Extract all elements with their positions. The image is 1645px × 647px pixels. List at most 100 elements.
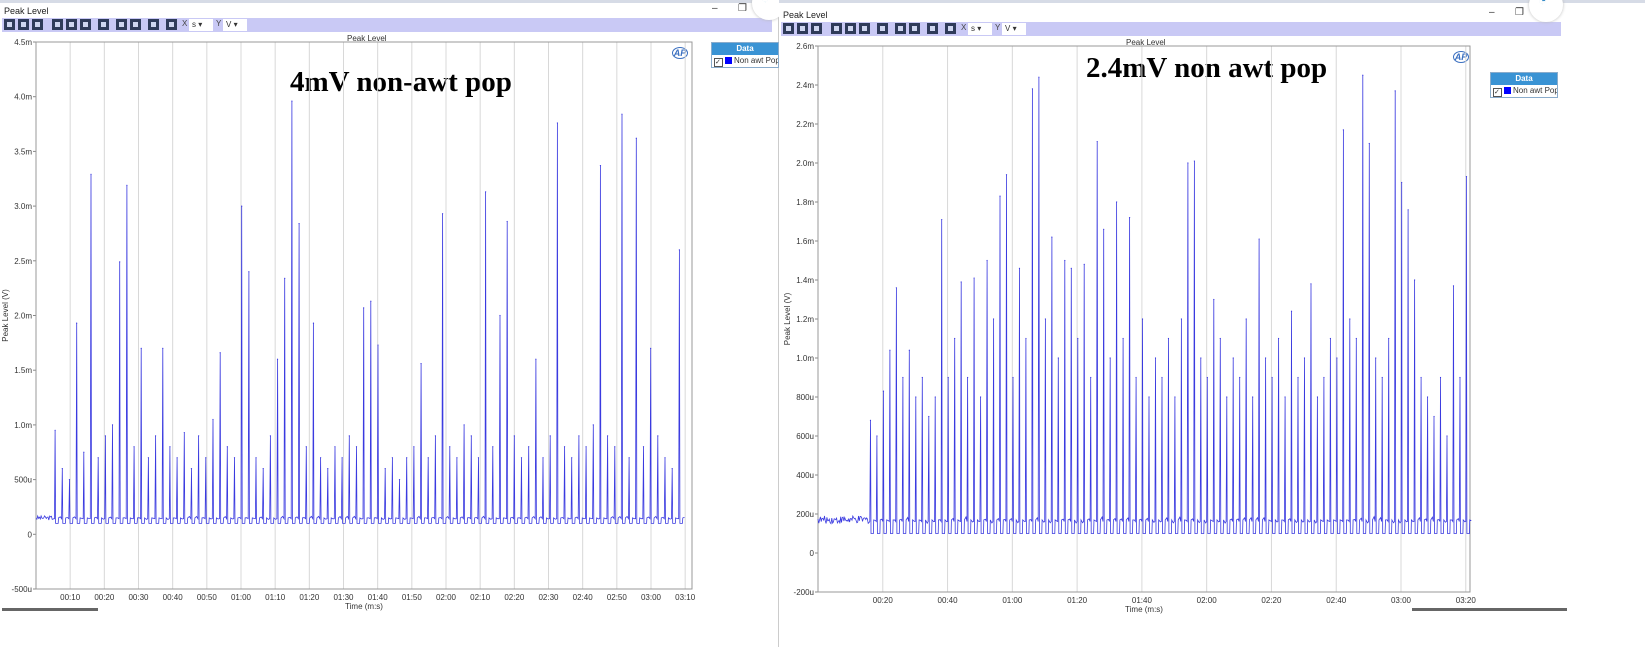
peak-point (1303, 357, 1306, 359)
peak-point (1018, 267, 1021, 269)
x-tick-label: 01:20 (1067, 596, 1088, 605)
peak-point (1096, 140, 1098, 143)
peak-point (1362, 74, 1364, 76)
peak-point (1141, 318, 1144, 320)
y-tick-label: -200u (794, 588, 814, 597)
peak-point (1407, 209, 1409, 211)
peak-point (1025, 337, 1027, 340)
x-tick-label: 03:20 (1456, 596, 1477, 605)
right-peak-level-chart: 00:20 00:40 01:00 01:20 01:40 02:00 02:20 02:40… (783, 42, 1477, 614)
peak-point (882, 390, 885, 392)
peak-point (1368, 142, 1370, 145)
y-tick-label: 2.4m (796, 81, 814, 90)
peak-point (1174, 396, 1176, 398)
peak-point (1064, 259, 1066, 262)
peak-point (1187, 162, 1189, 164)
peak-point (1213, 298, 1215, 301)
peak-point (1381, 376, 1383, 379)
peak-point (986, 259, 988, 262)
peak-point (979, 396, 982, 398)
y-tick-label: 200u (796, 510, 814, 519)
peak-point (1109, 357, 1111, 359)
peak-point (1103, 228, 1105, 230)
y-tick-label: 1.6m (796, 237, 814, 246)
y-tick-label: 2.6m (796, 42, 814, 51)
peak-point (1420, 376, 1422, 379)
peak-point (1349, 318, 1351, 320)
peak-point (1394, 90, 1396, 92)
peak-point (1446, 435, 1448, 437)
peak-point (947, 376, 949, 379)
peak-point (1161, 376, 1163, 379)
peak-point (1258, 238, 1260, 240)
peak-point (1465, 176, 1468, 178)
y-tick-label: 1.4m (796, 276, 814, 285)
peak-point (1122, 337, 1124, 340)
peak-point (1323, 376, 1325, 379)
peak-point (869, 419, 872, 421)
y-tick-label: 1.0m (796, 354, 814, 363)
peak-point (1252, 396, 1254, 398)
peak-point (1031, 88, 1034, 90)
x-tick-label: 01:00 (1002, 596, 1023, 605)
peak-point (915, 396, 917, 398)
peak-point (1005, 174, 1008, 176)
plot-area (817, 45, 1471, 593)
x-tick-label: 02:40 (1326, 596, 1347, 605)
x-tick-label: 00:40 (938, 596, 959, 605)
peak-point (999, 195, 1001, 197)
x-tick-label: 02:00 (1197, 596, 1218, 605)
peak-point (1070, 267, 1072, 269)
x-tick-label: 03:00 (1391, 596, 1412, 605)
peak-point (1336, 357, 1338, 359)
peak-point (1077, 337, 1079, 340)
peak-point (1193, 160, 1195, 162)
peak-point (1277, 337, 1280, 340)
peak-point (967, 376, 969, 379)
peak-point (1239, 376, 1241, 379)
peak-point (895, 287, 897, 289)
peak-point (1284, 396, 1286, 398)
y-tick-label: 1.8m (796, 198, 814, 207)
data-series-line (817, 75, 1472, 534)
peak-point (1388, 337, 1390, 340)
peak-point (889, 349, 891, 351)
peak-point (934, 396, 936, 398)
peak-point (1297, 376, 1299, 379)
y-tick-label: 2.2m (796, 120, 814, 129)
peak-point (1265, 357, 1267, 359)
peak-point (1180, 318, 1183, 320)
y-axis-title: Peak Level (V) (783, 292, 792, 345)
x-axis-title: Time (m:s) (1125, 605, 1163, 614)
peak-point (1316, 396, 1319, 398)
peak-point (1116, 201, 1118, 203)
peak-point (1245, 318, 1247, 320)
peak-point (1206, 376, 1208, 379)
peak-point (1329, 337, 1332, 340)
y-tick-label: 400u (796, 471, 814, 480)
peak-point (1051, 236, 1053, 238)
peak-point (973, 277, 975, 279)
peak-point (1200, 357, 1202, 359)
peak-point (1290, 310, 1293, 312)
peak-point (1135, 376, 1137, 379)
peak-point (921, 376, 923, 379)
peak-point (1426, 396, 1429, 398)
peak-point (1219, 337, 1221, 340)
peak-point (1057, 357, 1059, 359)
peak-point (1439, 376, 1442, 379)
peak-point (1414, 279, 1416, 281)
peak-point (1232, 357, 1234, 359)
x-tick-label: 02:20 (1261, 596, 1282, 605)
peak-point (1433, 415, 1435, 418)
x-tick-label: 01:40 (1132, 596, 1153, 605)
peak-point (876, 435, 878, 437)
peak-point (908, 349, 910, 351)
peak-point (1452, 285, 1455, 287)
peak-point (1401, 181, 1403, 184)
peak-point (1167, 337, 1170, 340)
peak-point (992, 318, 995, 320)
y-tick-label: 1.2m (796, 315, 814, 324)
peak-point (1342, 129, 1344, 131)
y-tick-label: 800u (796, 393, 814, 402)
